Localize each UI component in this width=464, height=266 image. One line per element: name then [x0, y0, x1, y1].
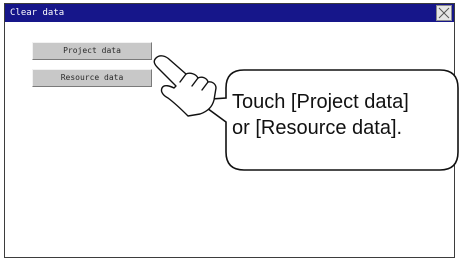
pointing-hand-icon	[153, 55, 217, 117]
callout-line-2: or [Resource data].	[232, 117, 403, 139]
callout-text: Touch [Project data] or [Resource data].	[232, 89, 452, 141]
callout-line-1: Touch [Project data]	[232, 91, 409, 113]
